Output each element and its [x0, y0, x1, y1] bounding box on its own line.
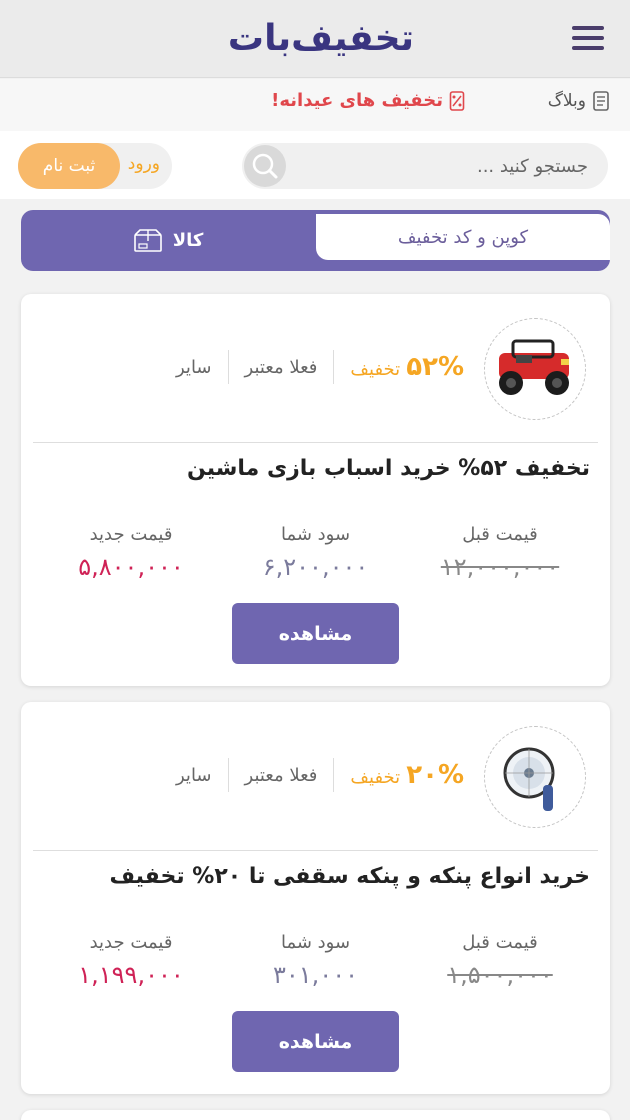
old-price-value: ۱,۵۰۰,۰۰۰: [447, 961, 553, 989]
next-deal-card-peek: [21, 1110, 610, 1120]
search-icon: [252, 153, 278, 179]
meta-divider: [227, 758, 229, 792]
deal-meta: ۵۲% تخفیف فعلا معتبر سایر: [160, 350, 464, 384]
old-price-column: قیمت قبل ۱,۵۰۰,۰۰۰: [430, 932, 570, 989]
tab-coupons-label: کوپن و کد تخفیف: [397, 226, 529, 248]
search-box: [242, 143, 608, 189]
discount-badge: ۵۲% تخفیف: [334, 352, 464, 382]
view-deal-label: مشاهده: [278, 1030, 353, 1053]
savings-column: سود شما ۶,۲۰۰,۰۰۰: [246, 524, 386, 581]
old-price-value: ۱۲,۰۰۰,۰۰۰: [440, 553, 560, 581]
old-price-label: قیمت قبل: [462, 932, 538, 953]
register-button[interactable]: ثبت نام: [18, 143, 120, 189]
card-divider: [33, 850, 598, 851]
box-icon: [133, 228, 162, 252]
logo-text: تخفیف‌بات: [227, 17, 415, 59]
savings-column: سود شما ۳۰۱,۰۰۰: [246, 932, 386, 989]
product-thumbnail-fan[interactable]: [484, 726, 586, 828]
new-price-value: ۱,۱۹۹,۰۰۰: [78, 961, 184, 989]
deal-meta: ۲۰% تخفیف فعلا معتبر سایر: [160, 758, 464, 792]
document-icon: [593, 91, 609, 111]
discount-percent: ۲۰%: [406, 760, 464, 790]
new-price-column: قیمت جدید ۱,۱۹۹,۰۰۰: [61, 932, 201, 989]
new-price-value: ۵,۸۰۰,۰۰۰: [78, 553, 184, 581]
search-input[interactable]: [308, 143, 588, 189]
hamburger-menu-icon[interactable]: [572, 26, 604, 52]
blog-link[interactable]: وبلاگ: [548, 91, 610, 111]
validity-status: فعلا معتبر: [244, 764, 318, 786]
old-price-label: قیمت قبل: [462, 524, 538, 545]
validity-status: فعلا معتبر: [244, 356, 318, 378]
search-toolbar: ورود ثبت نام: [0, 131, 630, 199]
register-label: ثبت نام: [42, 156, 96, 176]
new-price-label: قیمت جدید: [89, 932, 173, 953]
product-thumbnail-toy-car[interactable]: [484, 318, 586, 420]
category-label[interactable]: سایر: [160, 765, 228, 786]
tab-coupons[interactable]: کوپن و کد تخفیف: [316, 214, 610, 260]
savings-label: سود شما: [280, 524, 351, 545]
meta-divider: [227, 350, 229, 384]
view-deal-label: مشاهده: [278, 622, 353, 645]
new-price-label: قیمت جدید: [89, 524, 173, 545]
savings-value: ۶,۲۰۰,۰۰۰: [262, 553, 369, 581]
search-button[interactable]: [244, 145, 286, 187]
deal-card: ۲۰% تخفیف فعلا معتبر سایر خرید انواع پنک…: [21, 702, 610, 1094]
wall-fan-image: [503, 747, 555, 811]
savings-label: سود شما: [280, 932, 351, 953]
tab-products[interactable]: کالا: [21, 210, 315, 271]
top-header: تخفیف‌بات: [0, 0, 630, 78]
discount-label: تخفیف: [350, 767, 401, 788]
meta-divider: [333, 758, 335, 792]
promo-link[interactable]: تخفیف های عیدانه!: [271, 90, 465, 111]
discount-badge: ۲۰% تخفیف: [334, 760, 464, 790]
deal-type-tabs: کوپن و کد تخفیف کالا: [21, 210, 610, 271]
toy-car-image: [499, 339, 569, 395]
tab-products-label: کالا: [172, 230, 204, 251]
card-divider: [33, 442, 598, 443]
category-label[interactable]: سایر: [160, 357, 228, 378]
discount-percent: ۵۲%: [406, 352, 464, 382]
deal-title[interactable]: تخفیف ۵۲% خرید اسباب بازی ماشین: [41, 456, 590, 481]
blog-label: وبلاگ: [547, 91, 586, 111]
login-button[interactable]: ورود: [128, 154, 160, 174]
savings-value: ۳۰۱,۰۰۰: [273, 961, 358, 989]
deal-title[interactable]: خرید انواع پنکه و پنکه سقفی تا ۲۰% تخفیف: [41, 864, 590, 889]
new-price-column: قیمت جدید ۵,۸۰۰,۰۰۰: [61, 524, 201, 581]
auth-box: ورود ثبت نام: [18, 143, 172, 189]
view-deal-button[interactable]: مشاهده: [232, 603, 399, 664]
old-price-column: قیمت قبل ۱۲,۰۰۰,۰۰۰: [430, 524, 570, 581]
sub-navigation: وبلاگ تخفیف های عیدانه!: [0, 79, 630, 131]
discount-label: تخفیف: [350, 359, 401, 380]
promo-label: تخفیف های عیدانه!: [271, 90, 443, 111]
view-deal-button[interactable]: مشاهده: [232, 1011, 399, 1072]
site-logo[interactable]: تخفیف‌بات: [214, 10, 428, 66]
price-row: قیمت قبل ۱,۵۰۰,۰۰۰ سود شما ۳۰۱,۰۰۰ قیمت …: [61, 932, 570, 989]
deal-card: ۵۲% تخفیف فعلا معتبر سایر تخفیف ۵۲% خرید…: [21, 294, 610, 686]
price-row: قیمت قبل ۱۲,۰۰۰,۰۰۰ سود شما ۶,۲۰۰,۰۰۰ قی…: [61, 524, 570, 581]
discount-tag-icon: [449, 90, 465, 111]
meta-divider: [333, 350, 335, 384]
